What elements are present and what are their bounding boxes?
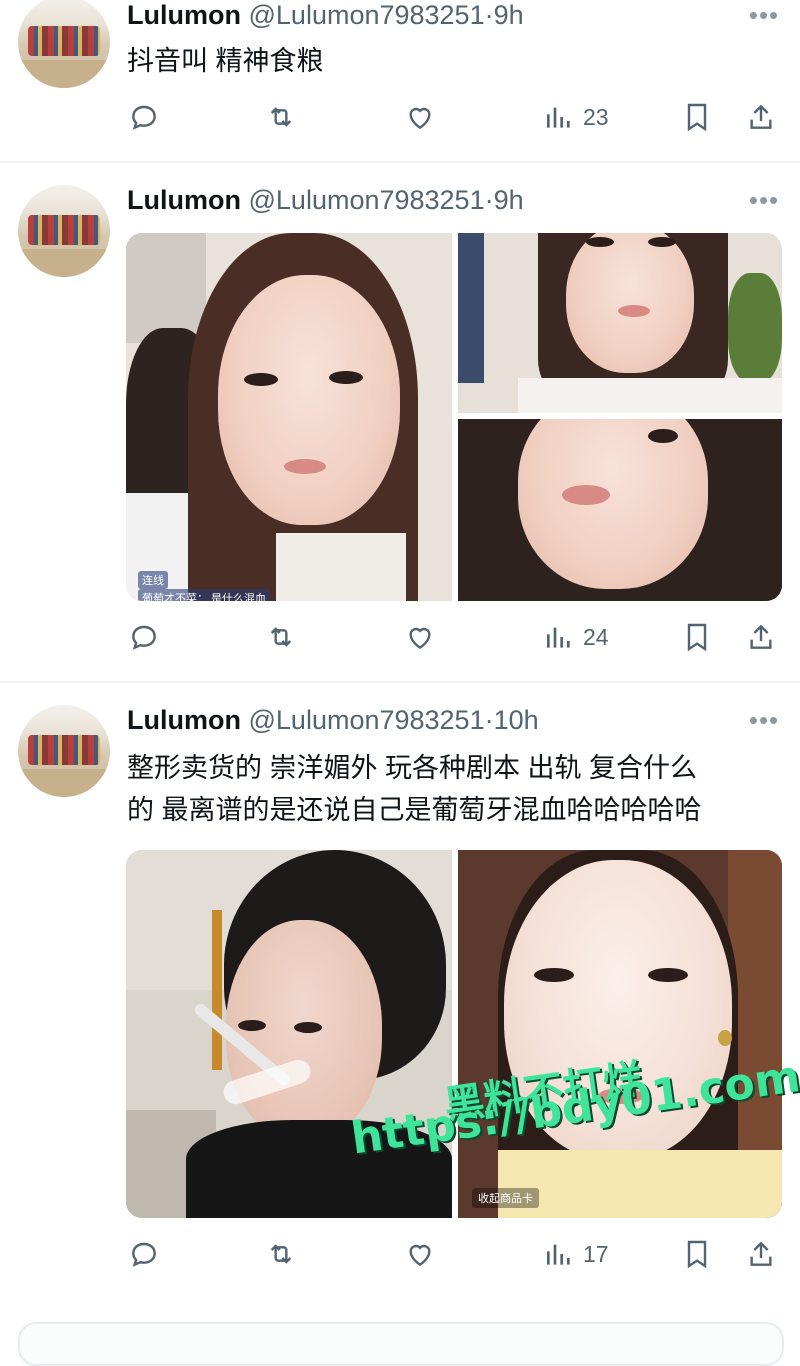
avatar[interactable] xyxy=(18,0,110,88)
retweet-icon xyxy=(270,627,292,647)
views-count: 23 xyxy=(583,103,609,130)
author-name[interactable]: Lulumon xyxy=(127,705,241,735)
more-icon[interactable]: ••• xyxy=(746,705,782,735)
bookmark-button[interactable] xyxy=(681,617,713,657)
reply-button[interactable] xyxy=(128,1234,160,1274)
retweet-icon xyxy=(270,1244,292,1264)
reply-button[interactable] xyxy=(128,617,160,657)
photo-caption: 连线 xyxy=(138,571,168,589)
tweet-text: 抖音叫 精神食粮 xyxy=(127,46,324,76)
photo[interactable]: 收起商品卡 xyxy=(458,850,782,1218)
more-icon[interactable]: ••• xyxy=(746,0,782,30)
timestamp[interactable]: 9h xyxy=(494,0,524,30)
tweet-header: Lulumon @Lulumon7983251·9h xyxy=(127,0,524,31)
like-button[interactable] xyxy=(404,617,436,657)
views-icon xyxy=(547,1244,570,1265)
tweet[interactable]: Lulumon @Lulumon7983251·10h ••• 整形卖货的 崇洋… xyxy=(0,683,800,1320)
author-name[interactable]: Lulumon xyxy=(127,0,241,30)
share-icon xyxy=(750,104,772,129)
bookmark-button[interactable] xyxy=(681,97,713,137)
bookmark-button[interactable] xyxy=(681,1234,713,1274)
photo[interactable]: 连线 葡萄才不菜： 是什么混血 xyxy=(126,233,452,601)
media-grid: 收起商品卡 xyxy=(126,850,782,1218)
tweet[interactable]: Lulumon @Lulumon7983251·9h ••• 抖音叫 精神食粮 … xyxy=(0,0,800,162)
views-icon xyxy=(547,107,570,128)
photo[interactable] xyxy=(458,233,782,413)
author-handle[interactable]: @Lulumon7983251 xyxy=(249,0,485,30)
timestamp[interactable]: 9h xyxy=(494,185,524,215)
share-button[interactable] xyxy=(745,617,777,657)
photo-caption: 葡萄才不菜： 是什么混血 xyxy=(138,589,271,601)
tweet[interactable]: Lulumon @Lulumon7983251·9h ••• 连线 葡萄才不菜：… xyxy=(0,163,800,681)
author-handle[interactable]: @Lulumon7983251 xyxy=(249,185,485,215)
share-button[interactable] xyxy=(745,1234,777,1274)
retweet-button[interactable] xyxy=(265,617,297,657)
views-button[interactable]: 24 xyxy=(543,617,609,657)
share-icon xyxy=(750,1241,772,1266)
reply-icon xyxy=(132,625,156,650)
reply-button[interactable] xyxy=(128,97,160,137)
views-button[interactable]: 17 xyxy=(543,1234,609,1274)
bookmark-icon xyxy=(687,1240,707,1269)
retweet-icon xyxy=(270,107,292,127)
product-card-toggle[interactable]: 收起商品卡 xyxy=(472,1188,539,1208)
share-icon xyxy=(750,624,772,649)
timestamp[interactable]: 10h xyxy=(494,705,539,735)
bookmark-icon xyxy=(687,103,707,132)
action-bar: 23 xyxy=(0,97,800,137)
like-button[interactable] xyxy=(404,97,436,137)
reply-icon xyxy=(132,1242,156,1267)
author-handle[interactable]: @Lulumon7983251 xyxy=(249,705,485,735)
separator: · xyxy=(484,185,494,215)
tweet-header: Lulumon @Lulumon7983251·10h xyxy=(127,705,539,736)
tweet-text-line: 整形卖货的 崇洋媚外 玩各种剧本 出轨 复合什么 xyxy=(127,753,698,783)
action-bar: 17 xyxy=(0,1234,800,1274)
like-icon xyxy=(409,1244,431,1267)
tweet-header: Lulumon @Lulumon7983251·9h xyxy=(127,185,524,216)
author-name[interactable]: Lulumon xyxy=(127,185,241,215)
avatar[interactable] xyxy=(18,705,110,797)
reply-icon xyxy=(132,105,156,130)
photo[interactable] xyxy=(458,419,782,601)
retweet-button[interactable] xyxy=(265,97,297,137)
tweet-text-line: 的 最离谱的是还说自己是葡萄牙混血哈哈哈哈哈 xyxy=(127,795,702,825)
action-bar: 24 xyxy=(0,617,800,657)
views-count: 17 xyxy=(583,1240,609,1267)
more-icon[interactable]: ••• xyxy=(746,185,782,215)
media-grid: 连线 葡萄才不菜： 是什么混血 xyxy=(126,233,782,601)
like-icon xyxy=(409,107,431,130)
separator: · xyxy=(484,705,494,735)
like-icon xyxy=(409,627,431,650)
views-count: 24 xyxy=(583,623,609,650)
views-icon xyxy=(547,627,570,648)
retweet-button[interactable] xyxy=(265,1234,297,1274)
share-button[interactable] xyxy=(745,97,777,137)
avatar[interactable] xyxy=(18,185,110,277)
next-card[interactable] xyxy=(18,1322,784,1366)
like-button[interactable] xyxy=(404,1234,436,1274)
separator: · xyxy=(484,0,494,30)
views-button[interactable]: 23 xyxy=(543,97,609,137)
photo[interactable] xyxy=(126,850,452,1218)
bookmark-icon xyxy=(687,623,707,652)
